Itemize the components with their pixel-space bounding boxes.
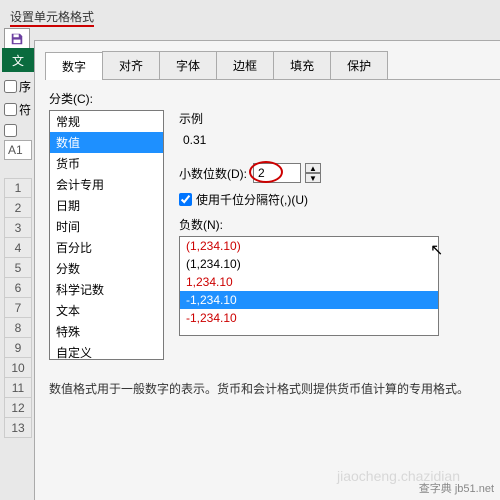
row-header[interactable]: 11	[4, 378, 32, 398]
thousands-checkbox[interactable]	[179, 193, 192, 206]
number-options: 示例 0.31 小数位数(D): 2 ▲ ▼ 使用千位分隔符(,)(U) 负数(…	[179, 110, 486, 336]
file-tab-label: 文	[12, 52, 24, 69]
negative-item[interactable]: (1,234.10)	[180, 255, 438, 273]
ribbon-checkboxes: 序 符	[4, 78, 34, 143]
category-item-number[interactable]: 数值	[50, 132, 163, 153]
category-item-special[interactable]: 特殊	[50, 321, 163, 342]
decimal-row: 小数位数(D): 2 ▲ ▼	[179, 163, 486, 183]
thousands-label: 使用千位分隔符(,)(U)	[196, 191, 308, 208]
checkbox-3[interactable]	[4, 124, 17, 137]
negative-item[interactable]: 1,234.10	[180, 273, 438, 291]
sample-value: 0.31	[179, 131, 486, 157]
row-header[interactable]: 5	[4, 258, 32, 278]
category-item-currency[interactable]: 货币	[50, 153, 163, 174]
row-header[interactable]: 13	[4, 418, 32, 438]
checkbox-1-label: 序	[19, 78, 31, 95]
category-item-custom[interactable]: 自定义	[50, 342, 163, 360]
name-box-value: A1	[8, 143, 23, 157]
decimal-label: 小数位数(D):	[179, 165, 247, 182]
thousands-row: 使用千位分隔符(,)(U)	[179, 191, 486, 208]
name-box[interactable]: A1	[4, 140, 32, 160]
dialog-titlebar: 设置单元格格式	[10, 8, 500, 26]
category-label: 分类(C):	[49, 90, 486, 107]
tab-number[interactable]: 数字	[45, 52, 103, 80]
format-cells-dialog: 数字 对齐 字体 边框 填充 保护 分类(C): 常规 数值 货币 会计专用 日…	[34, 40, 500, 500]
dialog-tabs: 数字 对齐 字体 边框 填充 保护	[45, 51, 500, 80]
row-header[interactable]: 7	[4, 298, 32, 318]
category-list[interactable]: 常规 数值 货币 会计专用 日期 时间 百分比 分数 科学记数 文本 特殊 自定…	[49, 110, 164, 360]
save-icon	[10, 32, 24, 46]
tab-fill[interactable]: 填充	[273, 51, 331, 79]
category-item-fraction[interactable]: 分数	[50, 258, 163, 279]
dialog-title: 设置单元格格式	[10, 10, 94, 27]
row-header[interactable]: 12	[4, 398, 32, 418]
row-header[interactable]: 2	[4, 198, 32, 218]
row-header[interactable]: 4	[4, 238, 32, 258]
category-item-text[interactable]: 文本	[50, 300, 163, 321]
file-tab[interactable]: 文	[2, 48, 34, 72]
watermark-site: 查字典 jb51.net	[419, 480, 494, 496]
negative-list[interactable]: (1,234.10) (1,234.10) 1,234.10 -1,234.10…	[179, 236, 439, 336]
row-headers: 1 2 3 4 5 6 7 8 9 10 11 12 13	[4, 178, 32, 438]
row-header[interactable]: 9	[4, 338, 32, 358]
row-header[interactable]: 1	[4, 178, 32, 198]
number-panel: 分类(C): 常规 数值 货币 会计专用 日期 时间 百分比 分数 科学记数 文…	[35, 80, 500, 407]
category-item-date[interactable]: 日期	[50, 195, 163, 216]
row-header[interactable]: 6	[4, 278, 32, 298]
negative-item[interactable]: -1,234.10	[180, 309, 438, 327]
tab-alignment[interactable]: 对齐	[102, 51, 160, 79]
row-header[interactable]: 10	[4, 358, 32, 378]
negative-label: 负数(N):	[179, 216, 486, 233]
decimal-spin-up[interactable]: ▲	[305, 163, 321, 173]
category-item-accounting[interactable]: 会计专用	[50, 174, 163, 195]
category-item-general[interactable]: 常规	[50, 111, 163, 132]
sample-label: 示例	[179, 110, 486, 127]
tab-border[interactable]: 边框	[216, 51, 274, 79]
checkbox-1[interactable]	[4, 80, 17, 93]
checkbox-2-label: 符	[19, 101, 31, 118]
category-item-time[interactable]: 时间	[50, 216, 163, 237]
negative-item[interactable]: (1,234.10)	[180, 237, 438, 255]
decimal-spin-down[interactable]: ▼	[305, 173, 321, 183]
checkbox-2[interactable]	[4, 103, 17, 116]
negative-item-selected[interactable]: -1,234.10	[180, 291, 438, 309]
row-header[interactable]: 8	[4, 318, 32, 338]
row-header[interactable]: 3	[4, 218, 32, 238]
tab-font[interactable]: 字体	[159, 51, 217, 79]
decimal-value: 2	[258, 166, 265, 180]
category-item-percentage[interactable]: 百分比	[50, 237, 163, 258]
tab-protection[interactable]: 保护	[330, 51, 388, 79]
format-description: 数值格式用于一般数字的表示。货币和会计格式则提供货币值计算的专用格式。	[49, 360, 486, 397]
quick-access-save[interactable]	[4, 28, 30, 50]
category-item-scientific[interactable]: 科学记数	[50, 279, 163, 300]
decimal-input[interactable]: 2	[253, 163, 301, 183]
